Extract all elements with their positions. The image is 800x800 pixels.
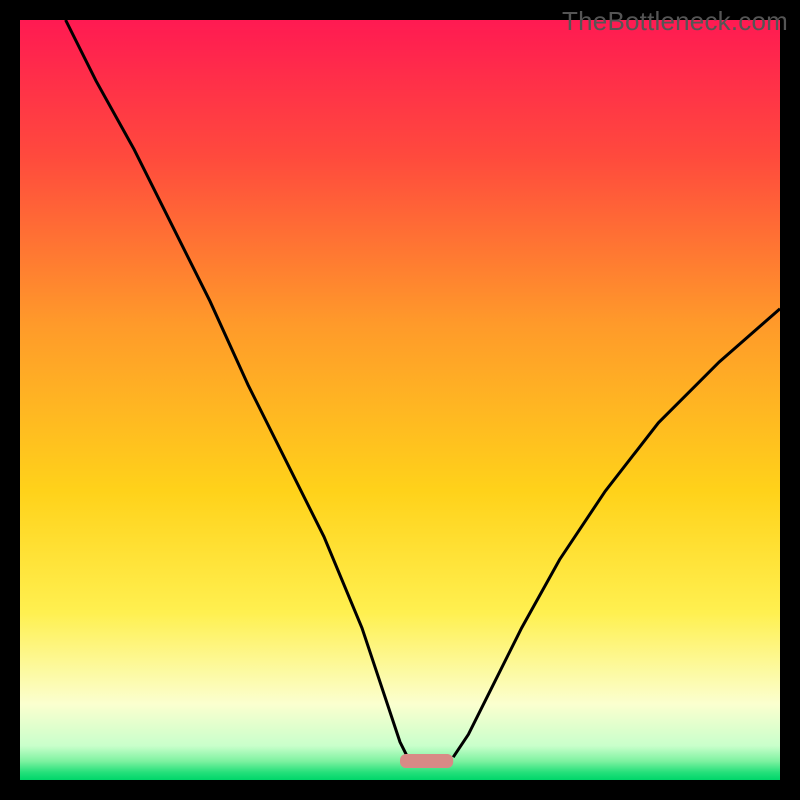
chart-svg (20, 20, 780, 780)
gradient-background (20, 20, 780, 780)
watermark-text: TheBottleneck.com (562, 6, 788, 37)
optimal-marker (400, 754, 453, 768)
bottleneck-chart (20, 20, 780, 780)
